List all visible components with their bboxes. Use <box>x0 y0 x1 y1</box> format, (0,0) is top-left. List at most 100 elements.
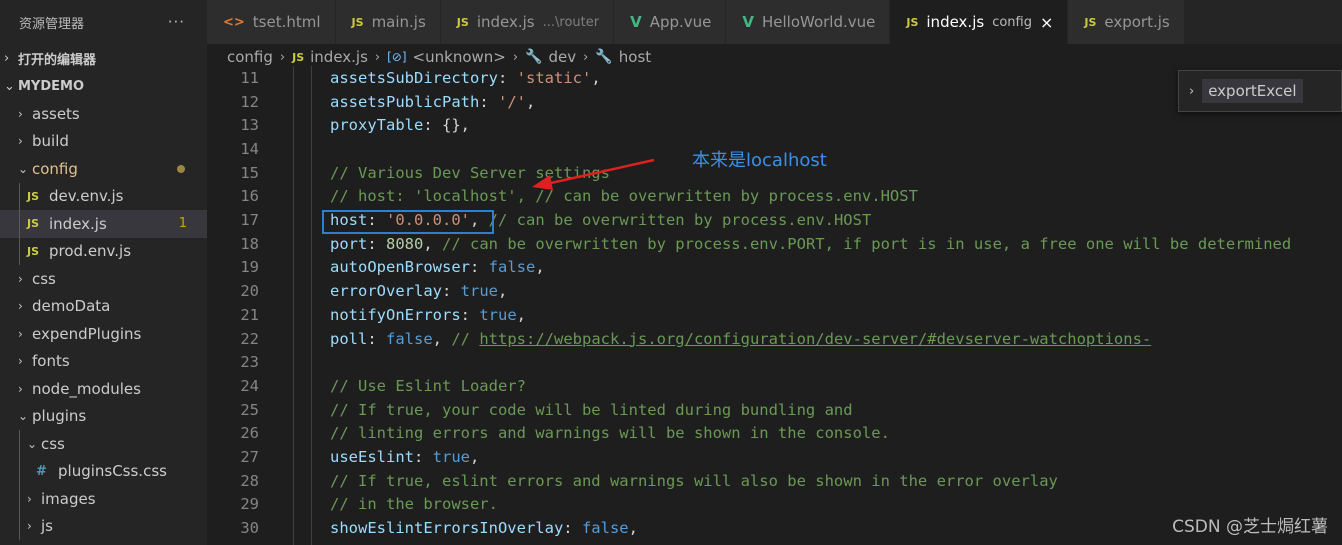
line-number: 27 <box>240 448 259 467</box>
code-punctuation: : <box>497 68 517 87</box>
code-content: // Various Dev Server settings <box>330 164 610 182</box>
editor-tabs: <> tset.html JS main.js JS index.js ...\router… <box>207 0 1342 44</box>
tree-item[interactable]: › images <box>0 485 207 513</box>
tree-item-label: index.js <box>49 214 107 233</box>
code-line[interactable]: 13 proxyTable: {}, <box>207 113 1342 137</box>
code-property: port <box>330 234 368 253</box>
tree-item-label: css <box>32 269 56 288</box>
code-property: proxyTable <box>330 116 424 135</box>
chevron-right-icon: › <box>18 381 23 396</box>
code-punctuation: , <box>628 519 638 538</box>
more-actions-button[interactable]: ··· <box>168 13 185 31</box>
breadcrumb-prop-dev[interactable]: dev <box>548 48 576 66</box>
tree-item[interactable]: › expendPlugins <box>0 320 207 348</box>
tree-item[interactable]: › assets <box>0 100 207 128</box>
code-line[interactable]: 25 // If true, your code will be linted d… <box>207 398 1342 422</box>
tree-item-label: expendPlugins <box>32 324 142 343</box>
tab-label: App.vue <box>649 13 712 31</box>
tab-helloworld-vue[interactable]: V HelloWorld.vue <box>726 0 891 44</box>
breadcrumb-folder[interactable]: config <box>227 48 273 66</box>
code-content: proxyTable: {}, <box>330 116 470 134</box>
code-line[interactable]: 24 // Use Eslint Loader? <box>207 374 1342 398</box>
tree-item[interactable]: ⌄ css <box>0 430 207 458</box>
close-icon[interactable]: × <box>1040 13 1053 32</box>
tab-export-js[interactable]: JS export.js <box>1068 0 1185 44</box>
tab-label: index.js <box>926 13 985 31</box>
vue-file-icon: V <box>630 13 642 31</box>
css-file-icon: # <box>36 463 47 479</box>
tab-main-js[interactable]: JS main.js <box>335 0 441 44</box>
code-keyword: false <box>386 329 433 348</box>
code-punctuation: , <box>470 448 480 467</box>
breadcrumb-separator: › <box>583 49 589 65</box>
tree-item[interactable]: # pluginsCss.css <box>0 457 207 485</box>
tree-item[interactable]: › js <box>0 512 207 540</box>
code-line[interactable]: 12 assetsPublicPath: '/', <box>207 90 1342 114</box>
tree-item[interactable]: › css <box>0 265 207 293</box>
line-number: 23 <box>240 353 259 372</box>
code-line[interactable]: 19 autoOpenBrowser: false, <box>207 256 1342 280</box>
tree-item[interactable]: › build <box>0 128 207 156</box>
tree-item[interactable]: JS prod.env.js <box>0 237 207 265</box>
chevron-right-icon: › <box>18 271 23 286</box>
line-number: 19 <box>240 258 259 277</box>
outline-popup[interactable]: › exportExcel <box>1178 70 1342 112</box>
tab-index-js[interactable]: JS index.js config × <box>890 0 1069 44</box>
tree-item-label: css <box>41 434 65 453</box>
tab-description: ...\router <box>542 14 600 30</box>
tree-item-label: demoData <box>32 297 111 316</box>
code-comment: // in the browser. <box>330 495 498 514</box>
tab-tset-html[interactable]: <> tset.html <box>207 0 336 44</box>
tree-indent-guide <box>19 485 20 513</box>
line-number: 13 <box>240 116 259 135</box>
js-file-icon: JS <box>351 15 364 29</box>
tab-index-js[interactable]: JS index.js ...\router <box>440 0 615 44</box>
tree-item[interactable]: › demoData <box>0 293 207 321</box>
code-line[interactable]: 28 // If true, eslint errors and warnings… <box>207 469 1342 493</box>
outline-item-exportexcel[interactable]: exportExcel <box>1202 79 1303 103</box>
code-comment: // Use Eslint Loader? <box>330 376 526 395</box>
vue-file-icon: V <box>742 13 754 31</box>
code-punctuation: : <box>414 448 433 467</box>
code-line[interactable]: 27 useEslint: true, <box>207 445 1342 469</box>
code-line[interactable]: 21 notifyOnErrors: true, <box>207 303 1342 327</box>
code-line[interactable]: 22 poll: false, // https://webpack.js.org… <box>207 327 1342 351</box>
tree-item[interactable]: ⌄ config <box>0 155 207 183</box>
project-section[interactable]: ⌄ MYDEMO <box>0 72 207 100</box>
breadcrumb-prop-host[interactable]: host <box>619 48 651 66</box>
line-number: 20 <box>240 282 259 301</box>
code-punctuation: : <box>460 305 480 324</box>
code-content: assetsSubDirectory: 'static', <box>330 69 601 87</box>
tree-item-label: js <box>41 517 53 536</box>
modified-dot-icon <box>177 164 185 173</box>
tree-indent-guide <box>19 210 20 238</box>
tree-item[interactable]: JS dev.env.js <box>0 182 207 210</box>
code-punctuation: , <box>423 234 442 253</box>
code-line[interactable]: 16 // host: 'localhost', // can be overwr… <box>207 185 1342 209</box>
tab-app-vue[interactable]: V App.vue <box>614 0 727 44</box>
code-editor[interactable]: 11 assetsSubDirectory: 'static', 12 assetsP… <box>207 66 1342 545</box>
code-line[interactable]: 23 <box>207 350 1342 374</box>
tree-item[interactable]: › fonts <box>0 348 207 376</box>
line-number: 16 <box>240 187 259 206</box>
code-link[interactable]: https://webpack.js.org/configuration/dev… <box>479 330 1151 348</box>
code-content: useEslint: true, <box>330 448 479 466</box>
tab-label: export.js <box>1104 13 1170 31</box>
code-content: assetsPublicPath: '/', <box>330 93 535 111</box>
code-line[interactable]: 11 assetsSubDirectory: 'static', <box>207 66 1342 90</box>
code-line[interactable]: 20 errorOverlay: true, <box>207 279 1342 303</box>
line-number: 25 <box>240 400 259 419</box>
code-line[interactable]: 18 port: 8080, // can be overwritten by p… <box>207 232 1342 256</box>
code-punctuation: : <box>441 282 461 301</box>
code-punctuation: : <box>367 329 386 348</box>
breadcrumb-file[interactable]: index.js <box>310 48 368 66</box>
open-editors-section[interactable]: › 打开的编辑器 <box>0 44 207 72</box>
code-keyword: false <box>488 258 536 277</box>
tab-label: main.js <box>371 13 426 31</box>
code-property: assetsPublicPath <box>330 92 480 111</box>
tree-item[interactable]: JS index.js 1 <box>0 210 207 238</box>
code-line[interactable]: 26 // linting errors and warnings will be… <box>207 422 1342 446</box>
tree-item[interactable]: › node_modules <box>0 375 207 403</box>
tree-item[interactable]: ⌄ plugins <box>0 403 207 431</box>
breadcrumb-symbol[interactable]: <unknown> <box>413 48 506 66</box>
